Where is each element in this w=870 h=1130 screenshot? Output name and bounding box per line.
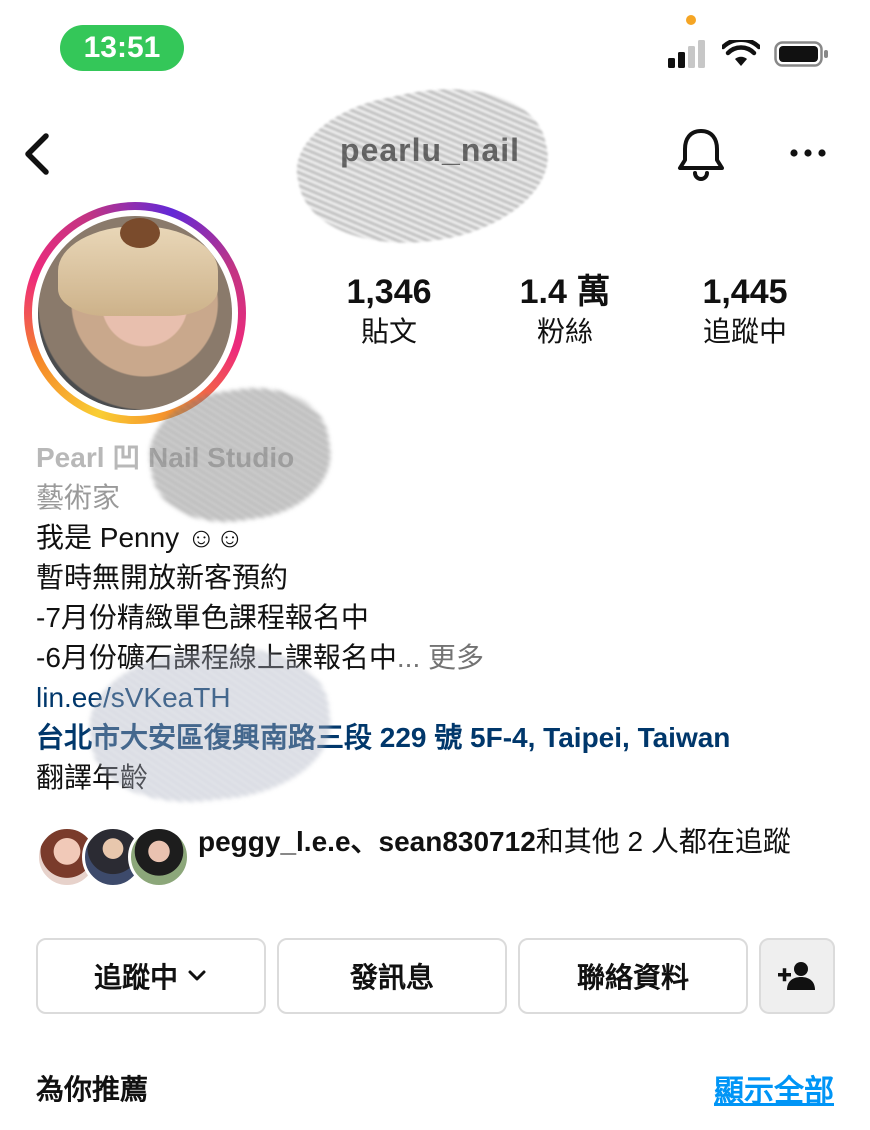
suggest-users-button[interactable] <box>759 938 835 1014</box>
story-ring[interactable] <box>24 202 246 424</box>
stat-posts-count: 1,346 <box>346 273 432 311</box>
message-button-label: 發訊息 <box>349 962 434 993</box>
following-button[interactable]: 追蹤中 <box>36 938 266 1014</box>
bio-ellipsis: ... <box>396 642 421 673</box>
message-button[interactable]: 發訊息 <box>277 938 507 1014</box>
bio-more-link[interactable]: 更多 <box>428 642 484 673</box>
stat-posts[interactable]: 1,346 貼文 <box>304 270 474 350</box>
notification-bell-icon[interactable] <box>676 126 726 182</box>
following-button-label: 追蹤中 <box>93 962 178 993</box>
back-arrow-icon[interactable] <box>18 130 58 178</box>
cellular-signal-icon <box>668 40 705 68</box>
see-all-link[interactable]: 顯示全部 <box>714 1066 834 1110</box>
status-time: 13:51 <box>60 25 184 71</box>
stat-following-count: 1,445 <box>702 273 788 311</box>
more-options-icon[interactable] <box>790 148 826 158</box>
contact-button-label: 聯絡資料 <box>576 962 689 993</box>
avatar-bow <box>120 218 160 248</box>
stat-followers[interactable]: 1.4 萬 粉絲 <box>480 270 650 350</box>
bio-line-2: 暫時無開放新客預約 <box>36 562 289 593</box>
mutual-avatar <box>128 826 190 888</box>
suggested-for-you-title: 為你推薦 <box>36 1074 149 1105</box>
mutual-followers-avatars[interactable] <box>36 826 190 888</box>
stat-posts-label: 貼文 <box>360 316 417 347</box>
stat-followers-label: 粉絲 <box>536 316 593 347</box>
stat-following[interactable]: 1,445 追蹤中 <box>660 270 830 350</box>
mutual-followers-text[interactable]: peggy_l.e.e、sean830712和其他 2 人都在追蹤 <box>198 822 838 862</box>
bio-line-1: 我是 Penny ☺☺ <box>36 522 245 553</box>
battery-icon <box>774 41 828 67</box>
stat-followers-count: 1.4 萬 <box>519 273 611 311</box>
stat-following-label: 追蹤中 <box>702 316 787 347</box>
mutual-usernames: peggy_l.e.e、sean830712 <box>198 826 536 857</box>
redaction-scribble <box>285 67 561 267</box>
privacy-indicator-dot <box>686 15 696 25</box>
mutual-suffix: 和其他 2 人都在追蹤 <box>535 826 791 857</box>
avatar[interactable] <box>38 216 232 410</box>
chevron-down-icon <box>188 970 206 981</box>
wifi-icon <box>722 40 760 66</box>
status-icons <box>668 40 830 68</box>
add-person-icon <box>778 962 815 990</box>
bio-line-3: -7月份精緻單色課程報名中 <box>36 602 369 633</box>
contact-button[interactable]: 聯絡資料 <box>518 938 748 1014</box>
